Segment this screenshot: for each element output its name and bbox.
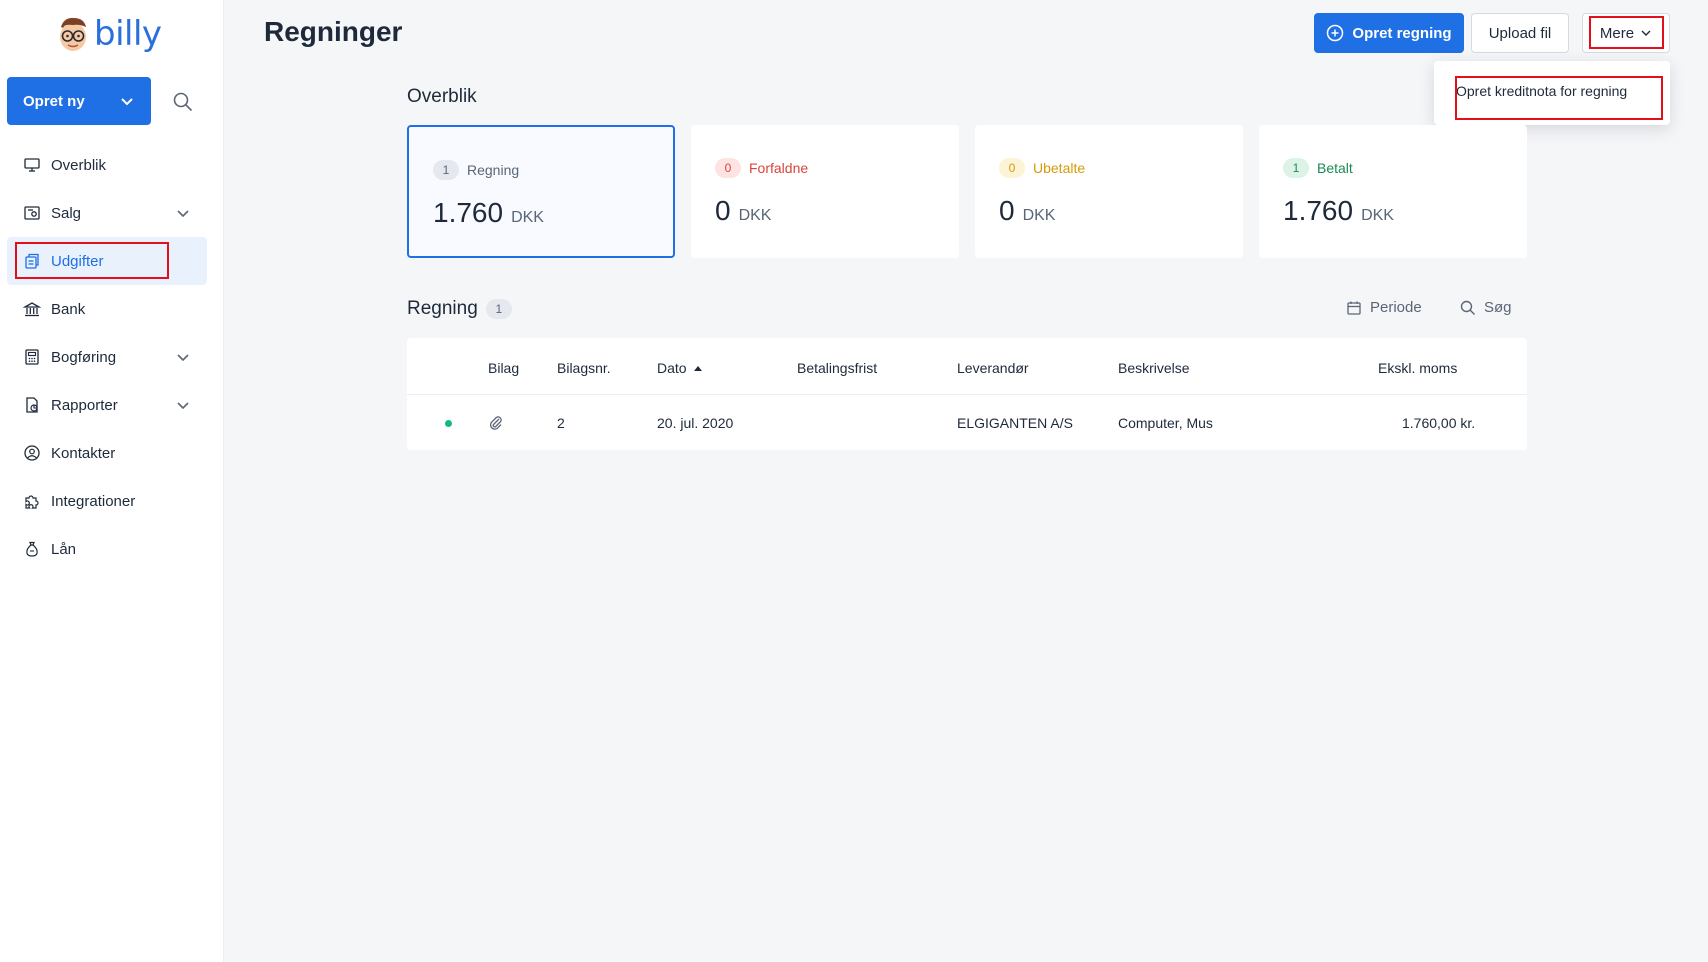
billy-logo[interactable]: billy bbox=[56, 14, 162, 54]
cell-supplier: ELGIGANTEN A/S bbox=[957, 415, 1073, 431]
create-new-label: Opret ny bbox=[23, 92, 85, 110]
sidebar-item-label: Bank bbox=[51, 300, 86, 318]
search-label: Søg bbox=[1484, 299, 1512, 316]
more-dropdown-menu: Opret kreditnota for regning bbox=[1434, 61, 1670, 125]
card-currency: DKK bbox=[738, 207, 772, 224]
reports-icon bbox=[26, 397, 38, 413]
card-currency: DKK bbox=[511, 209, 544, 226]
column-header-beskrivelse[interactable]: Beskrivelse bbox=[1118, 360, 1190, 376]
create-bill-label: Opret regning bbox=[1352, 24, 1452, 42]
card-all-bills[interactable]: 1 Regning 1.760 DKK bbox=[407, 125, 675, 258]
calendar-icon bbox=[1347, 301, 1361, 315]
monitor-icon bbox=[24, 158, 40, 172]
more-button[interactable]: Mere bbox=[1582, 13, 1670, 53]
sidebar-item-label: Overblik bbox=[51, 156, 107, 174]
bank-icon bbox=[23, 302, 41, 317]
card-unpaid[interactable]: 0 Ubetalte 0 DKK bbox=[975, 125, 1243, 258]
cell-voucher-no: 2 bbox=[557, 415, 565, 431]
table-row[interactable]: 2 20. jul. 2020 ELGIGANTEN A/S Computer,… bbox=[407, 395, 1527, 450]
cell-amount: 1.760,00 kr. bbox=[1402, 415, 1476, 431]
sidebar-item-udgifter[interactable]: Udgifter bbox=[7, 237, 207, 285]
expenses-icon bbox=[25, 253, 39, 269]
sidebar-item-label: Udgifter bbox=[51, 252, 104, 270]
sidebar-nav: Overblik Salg Udgifter Bank Bogføring Ra… bbox=[7, 141, 207, 573]
card-paid[interactable]: 1 Betalt 1.760 DKK bbox=[1259, 125, 1527, 258]
sales-icon bbox=[24, 206, 40, 220]
column-header-dato[interactable]: Dato bbox=[657, 360, 703, 376]
sort-ascending-icon bbox=[693, 366, 702, 371]
sidebar-item-label: Integrationer bbox=[51, 492, 136, 510]
puzzle-icon bbox=[25, 495, 39, 509]
column-header-leverandor[interactable]: Leverandør bbox=[957, 360, 1029, 376]
sidebar-item-overblik[interactable]: Overblik bbox=[7, 141, 207, 189]
chevron-down-icon bbox=[177, 354, 189, 362]
list-count-badge: 1 bbox=[485, 298, 512, 319]
sidebar-item-salg[interactable]: Salg bbox=[7, 189, 207, 237]
sidebar: billy Opret ny Overblik Salg Udgifter Ba… bbox=[0, 0, 224, 962]
search-button[interactable]: Søg bbox=[1460, 299, 1512, 316]
card-currency: DKK bbox=[1361, 207, 1394, 224]
upload-file-button[interactable]: Upload fil bbox=[1471, 13, 1569, 53]
billy-mascot-icon bbox=[60, 17, 86, 51]
menu-item-create-credit-note[interactable]: Opret kreditnota for regning bbox=[1456, 83, 1627, 99]
card-value: 0 bbox=[715, 195, 731, 226]
card-value: 1.760 bbox=[1283, 195, 1354, 226]
logo-text: billy bbox=[94, 14, 162, 54]
card-overdue[interactable]: 0 Forfaldne 0 DKK bbox=[691, 125, 959, 258]
sidebar-item-label: Rapporter bbox=[51, 396, 118, 414]
sidebar-item-integrationer[interactable]: Integrationer bbox=[7, 477, 207, 525]
sidebar-item-label: Bogføring bbox=[51, 348, 117, 366]
period-filter-button[interactable]: Periode bbox=[1346, 299, 1422, 316]
column-header-betalingsfrist[interactable]: Betalingsfrist bbox=[797, 360, 877, 376]
card-label: Forfaldne bbox=[749, 160, 809, 176]
plus-circle-icon bbox=[1327, 24, 1344, 42]
card-label: Ubetalte bbox=[1033, 160, 1086, 176]
sidebar-item-bank[interactable]: Bank bbox=[7, 285, 207, 333]
column-header-ekskl-moms[interactable]: Ekskl. moms bbox=[1378, 360, 1457, 376]
chevron-down-icon bbox=[177, 402, 189, 410]
chevron-down-icon bbox=[177, 210, 189, 218]
column-header-label: Dato bbox=[657, 360, 687, 376]
create-bill-button[interactable]: Opret regning bbox=[1314, 13, 1464, 53]
count-pill: 0 bbox=[999, 158, 1025, 178]
search-icon bbox=[1460, 300, 1475, 315]
search-icon[interactable] bbox=[172, 91, 194, 113]
card-label: Betalt bbox=[1317, 160, 1353, 176]
card-value: 1.760 bbox=[433, 197, 504, 228]
list-title: Regning bbox=[407, 298, 478, 319]
more-label: Mere bbox=[1599, 24, 1635, 42]
sidebar-item-label: Lån bbox=[51, 540, 77, 558]
column-header-bilag[interactable]: Bilag bbox=[488, 360, 519, 376]
sidebar-item-lan[interactable]: Lån bbox=[7, 525, 207, 573]
count-pill: 1 bbox=[433, 160, 459, 180]
calculator-icon bbox=[25, 349, 39, 365]
overview-title: Overblik bbox=[407, 86, 477, 107]
card-label: Regning bbox=[467, 162, 520, 178]
sidebar-item-rapporter[interactable]: Rapporter bbox=[7, 381, 207, 429]
page-title: Regninger bbox=[264, 16, 403, 47]
cell-date: 20. jul. 2020 bbox=[657, 415, 734, 431]
cell-description: Computer, Mus bbox=[1118, 415, 1213, 431]
card-value: 0 bbox=[999, 195, 1015, 226]
count-pill: 1 bbox=[1283, 158, 1309, 178]
money-bag-icon bbox=[26, 541, 38, 557]
sidebar-item-kontakter[interactable]: Kontakter bbox=[7, 429, 207, 477]
period-label: Periode bbox=[1370, 299, 1422, 316]
sidebar-item-bogforing[interactable]: Bogføring bbox=[7, 333, 207, 381]
list-title-wrap: Regning 1 bbox=[407, 298, 512, 320]
status-dot bbox=[445, 420, 452, 427]
bills-table: Bilag Bilagsnr. Dato Betalingsfrist Leve… bbox=[407, 338, 1527, 450]
chevron-down-icon bbox=[1641, 30, 1651, 36]
sidebar-item-label: Salg bbox=[51, 204, 82, 222]
chevron-down-icon bbox=[121, 98, 133, 106]
paperclip-icon[interactable] bbox=[488, 415, 504, 431]
create-new-button[interactable]: Opret ny bbox=[7, 77, 151, 125]
column-header-bilagsnr[interactable]: Bilagsnr. bbox=[557, 360, 611, 376]
count-pill: 0 bbox=[715, 158, 741, 178]
contacts-icon bbox=[24, 445, 40, 461]
upload-file-label: Upload fil bbox=[1488, 24, 1552, 42]
card-currency: DKK bbox=[1022, 207, 1056, 224]
sidebar-item-label: Kontakter bbox=[51, 444, 116, 462]
